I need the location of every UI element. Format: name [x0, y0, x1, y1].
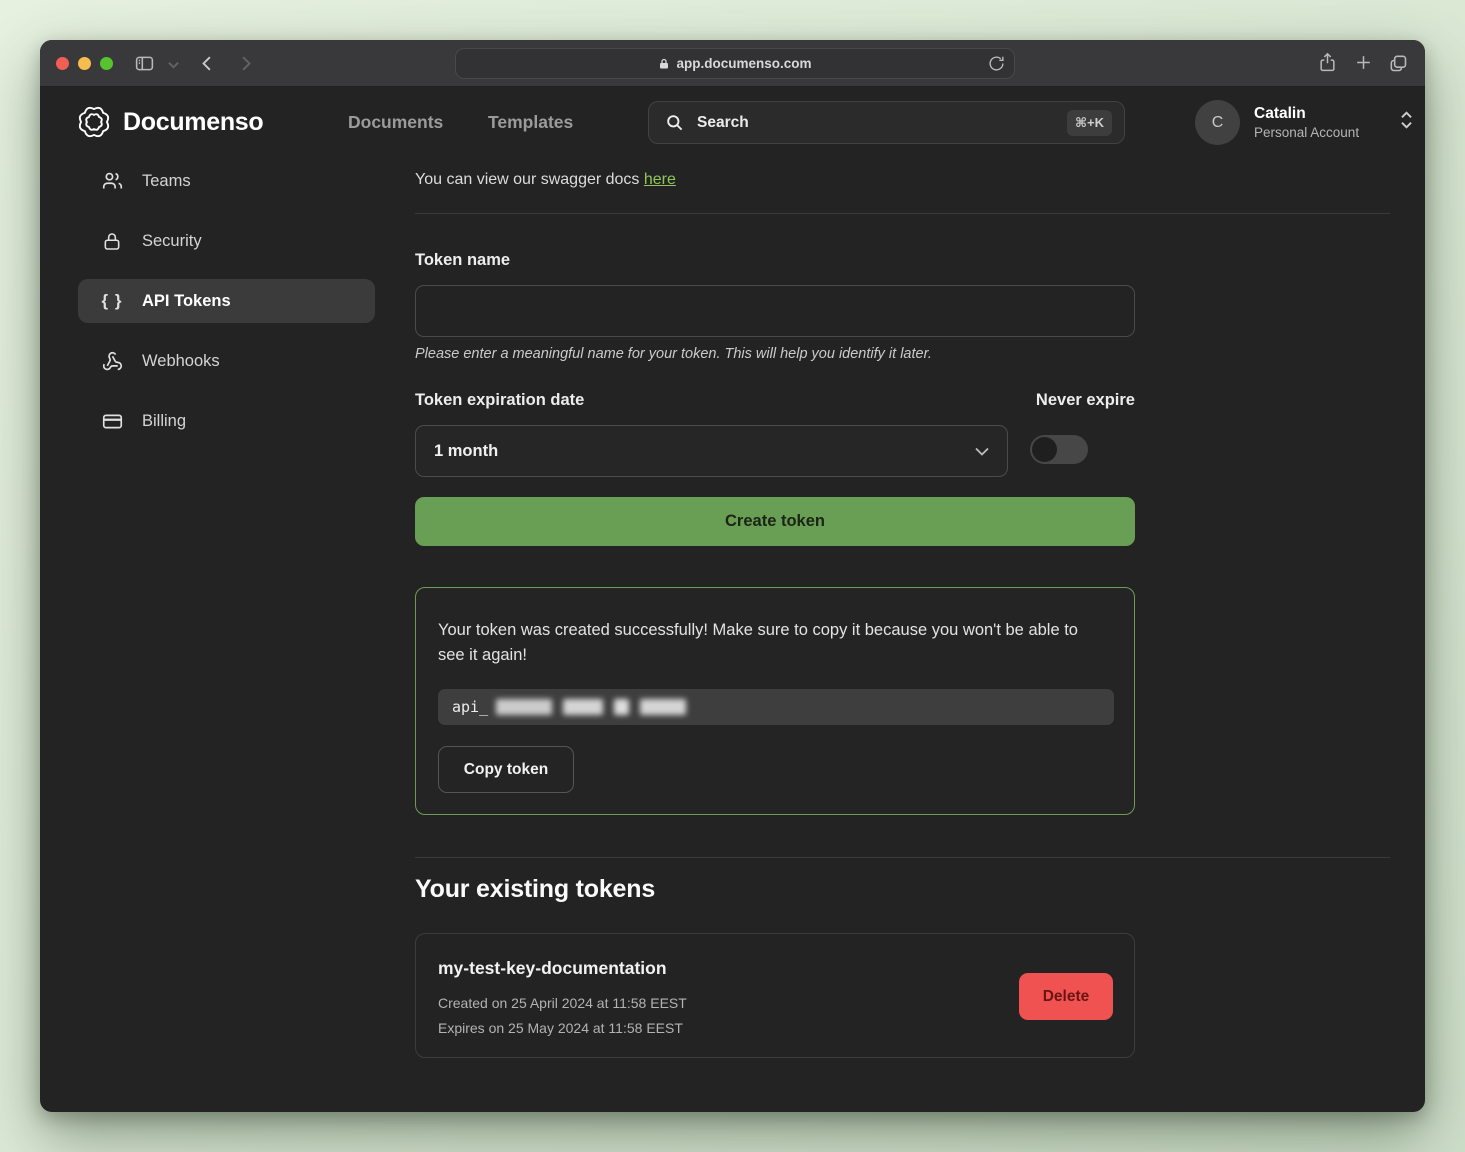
- close-window-button[interactable]: [56, 57, 69, 70]
- minimize-window-button[interactable]: [78, 57, 91, 70]
- search-icon: [665, 113, 684, 132]
- lock-icon: [100, 231, 124, 252]
- back-icon[interactable]: [198, 54, 217, 73]
- token-value-field[interactable]: api_: [438, 689, 1114, 725]
- existing-tokens-heading: Your existing tokens: [415, 875, 655, 904]
- swagger-docs-note: You can view our swagger docs here: [415, 171, 676, 189]
- browser-toolbar: app.documenso.com: [40, 40, 1425, 87]
- sidebar-item-api-tokens[interactable]: { } API Tokens: [78, 279, 375, 323]
- sidebar-item-webhooks[interactable]: Webhooks: [78, 339, 375, 383]
- swagger-text: You can view our swagger docs: [415, 171, 644, 188]
- sidebar-item-label: Webhooks: [142, 352, 220, 371]
- token-expires-date: Expires on 25 May 2024 at 11:58 EEST: [438, 1020, 683, 1036]
- avatar: C: [1195, 100, 1240, 145]
- account-type: Personal Account: [1254, 125, 1399, 140]
- swagger-docs-link[interactable]: here: [644, 171, 676, 188]
- redacted-token-segment: [496, 699, 552, 715]
- token-prefix: api_: [452, 698, 488, 716]
- never-expire-label: Never expire: [880, 391, 1135, 410]
- account-menu[interactable]: C Catalin Personal Account: [1195, 100, 1414, 145]
- browser-window: app.documenso.com Documenso Documen: [40, 40, 1425, 1112]
- address-bar[interactable]: app.documenso.com: [455, 48, 1015, 79]
- token-expiration-label: Token expiration date: [415, 391, 584, 410]
- sidebar-item-label: Teams: [142, 172, 191, 191]
- documenso-logo-icon: [76, 104, 112, 140]
- app-header: Documenso Documents Templates Search ⌘+K…: [40, 87, 1425, 159]
- nav-documents[interactable]: Documents: [348, 112, 443, 133]
- sidebar-toggle-icon[interactable]: [134, 53, 155, 74]
- credit-card-icon: [100, 411, 124, 432]
- nav-templates[interactable]: Templates: [488, 112, 573, 133]
- settings-sidebar: Teams Security { } API Tokens Webhooks B…: [78, 159, 375, 459]
- sidebar-item-security[interactable]: Security: [78, 219, 375, 263]
- search-placeholder: Search: [697, 114, 1067, 132]
- sidebar-item-billing[interactable]: Billing: [78, 399, 375, 443]
- sidebar-item-label: Billing: [142, 412, 186, 431]
- redacted-token-segment: [640, 699, 686, 715]
- users-icon: [100, 171, 124, 192]
- chevron-up-down-icon: [1399, 110, 1414, 135]
- braces-icon: { }: [100, 291, 124, 311]
- divider: [415, 213, 1390, 214]
- token-card: my-test-key-documentation Created on 25 …: [415, 933, 1135, 1058]
- token-name-label: Token name: [415, 251, 510, 270]
- toggle-knob: [1032, 437, 1057, 462]
- redacted-token-segment: [614, 699, 629, 715]
- account-name: Catalin: [1254, 105, 1399, 123]
- create-token-button[interactable]: Create token: [415, 497, 1135, 546]
- lock-icon: [658, 57, 670, 71]
- sidebar-item-label: Security: [142, 232, 202, 251]
- divider: [415, 857, 1390, 858]
- search-input[interactable]: Search ⌘+K: [648, 101, 1125, 144]
- webhook-icon: [100, 351, 124, 372]
- traffic-lights: [56, 57, 113, 70]
- search-shortcut-badge: ⌘+K: [1067, 110, 1112, 136]
- zoom-window-button[interactable]: [100, 57, 113, 70]
- share-icon[interactable]: [1318, 52, 1337, 73]
- sidebar-item-teams[interactable]: Teams: [78, 159, 375, 203]
- tabs-icon[interactable]: [1388, 53, 1408, 73]
- token-created-message: Your token was created successfully! Mak…: [438, 618, 1106, 668]
- redacted-token: [496, 699, 686, 715]
- copy-token-button[interactable]: Copy token: [438, 746, 574, 793]
- chevron-down-icon: [975, 442, 989, 461]
- token-name: my-test-key-documentation: [438, 958, 667, 979]
- new-tab-icon[interactable]: [1354, 53, 1373, 72]
- never-expire-toggle[interactable]: [1030, 435, 1088, 464]
- brand-name: Documenso: [123, 108, 263, 137]
- chevron-down-icon[interactable]: [168, 61, 179, 69]
- reload-icon[interactable]: [988, 55, 1005, 75]
- redacted-token-segment: [563, 699, 603, 715]
- brand[interactable]: Documenso: [76, 104, 263, 140]
- api-tokens-panel: You can view our swagger docs here Token…: [415, 159, 1390, 1112]
- sidebar-item-label: API Tokens: [142, 292, 231, 311]
- token-name-input[interactable]: [415, 285, 1135, 337]
- expiration-selected-value: 1 month: [434, 442, 498, 461]
- token-created-alert: Your token was created successfully! Mak…: [415, 587, 1135, 815]
- expiration-select[interactable]: 1 month: [415, 425, 1008, 477]
- token-name-help: Please enter a meaningful name for your …: [415, 346, 932, 362]
- forward-icon[interactable]: [236, 54, 255, 73]
- delete-token-button[interactable]: Delete: [1019, 973, 1113, 1020]
- url-text: app.documenso.com: [676, 56, 811, 71]
- token-created-date: Created on 25 April 2024 at 11:58 EEST: [438, 995, 687, 1011]
